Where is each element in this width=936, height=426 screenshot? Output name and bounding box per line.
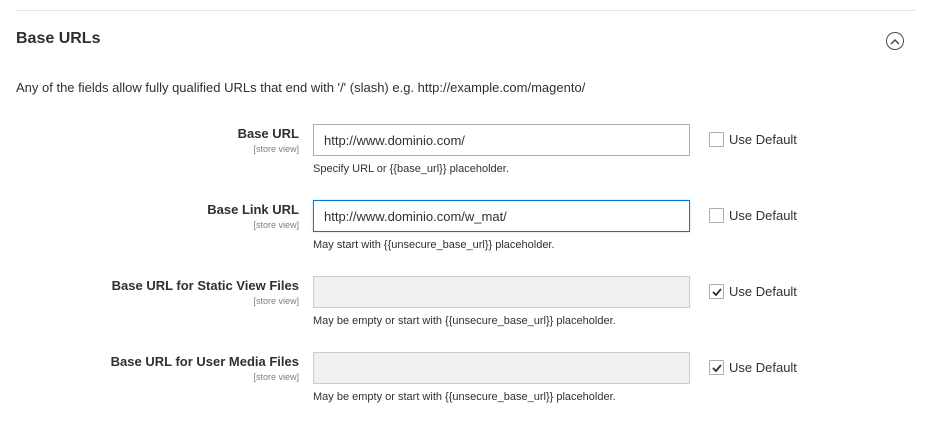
field-note: May be empty or start with {{unsecure_ba… — [313, 315, 616, 327]
field-label: Base URL [store view] — [0, 126, 299, 155]
use-default-checkbox[interactable]: Use Default — [709, 360, 797, 375]
field-row-static-view-files: Base URL for Static View Files [store vi… — [0, 276, 936, 338]
field-row-base-link-url: Base Link URL [store view] May start wit… — [0, 200, 936, 262]
base-url-input[interactable] — [313, 124, 690, 156]
field-note: Specify URL or {{base_url}} placeholder. — [313, 163, 509, 175]
field-scope: [store view] — [253, 220, 299, 230]
checkmark-icon — [712, 364, 722, 373]
static-view-files-input[interactable] — [313, 276, 690, 308]
use-default-checkbox[interactable]: Use Default — [709, 132, 797, 147]
field-row-base-url: Base URL [store view] Specify URL or {{b… — [0, 124, 936, 186]
user-media-files-input[interactable] — [313, 352, 690, 384]
field-note: May be empty or start with {{unsecure_ba… — [313, 391, 616, 403]
checkbox-box[interactable] — [709, 132, 724, 147]
field-label-text: Base Link URL — [207, 202, 299, 217]
field-label-text: Base URL for User Media Files — [110, 354, 299, 369]
use-default-label[interactable]: Use Default — [729, 208, 797, 223]
use-default-checkbox[interactable]: Use Default — [709, 284, 797, 299]
checkmark-icon — [712, 288, 722, 297]
config-section: Base URLs Any of the fields allow fully … — [0, 0, 936, 426]
section-divider — [16, 10, 916, 11]
field-scope: [store view] — [253, 144, 299, 154]
field-scope: [store view] — [253, 372, 299, 382]
field-note: May start with {{unsecure_base_url}} pla… — [313, 239, 555, 251]
use-default-checkbox[interactable]: Use Default — [709, 208, 797, 223]
field-scope: [store view] — [253, 296, 299, 306]
field-label: Base URL for User Media Files [store vie… — [0, 354, 299, 383]
field-label: Base Link URL [store view] — [0, 202, 299, 231]
use-default-label[interactable]: Use Default — [729, 284, 797, 299]
chevron-up-circle-icon[interactable] — [886, 32, 904, 50]
section-comment: Any of the fields allow fully qualified … — [16, 80, 586, 95]
checkbox-box[interactable] — [709, 284, 724, 299]
section-title[interactable]: Base URLs — [16, 30, 100, 48]
field-row-user-media-files: Base URL for User Media Files [store vie… — [0, 352, 936, 414]
base-link-url-input[interactable] — [313, 200, 690, 232]
field-label-text: Base URL for Static View Files — [111, 278, 299, 293]
use-default-label[interactable]: Use Default — [729, 132, 797, 147]
use-default-label[interactable]: Use Default — [729, 360, 797, 375]
checkbox-box[interactable] — [709, 360, 724, 375]
field-label-text: Base URL — [237, 126, 299, 141]
checkbox-box[interactable] — [709, 208, 724, 223]
field-label: Base URL for Static View Files [store vi… — [0, 278, 299, 307]
